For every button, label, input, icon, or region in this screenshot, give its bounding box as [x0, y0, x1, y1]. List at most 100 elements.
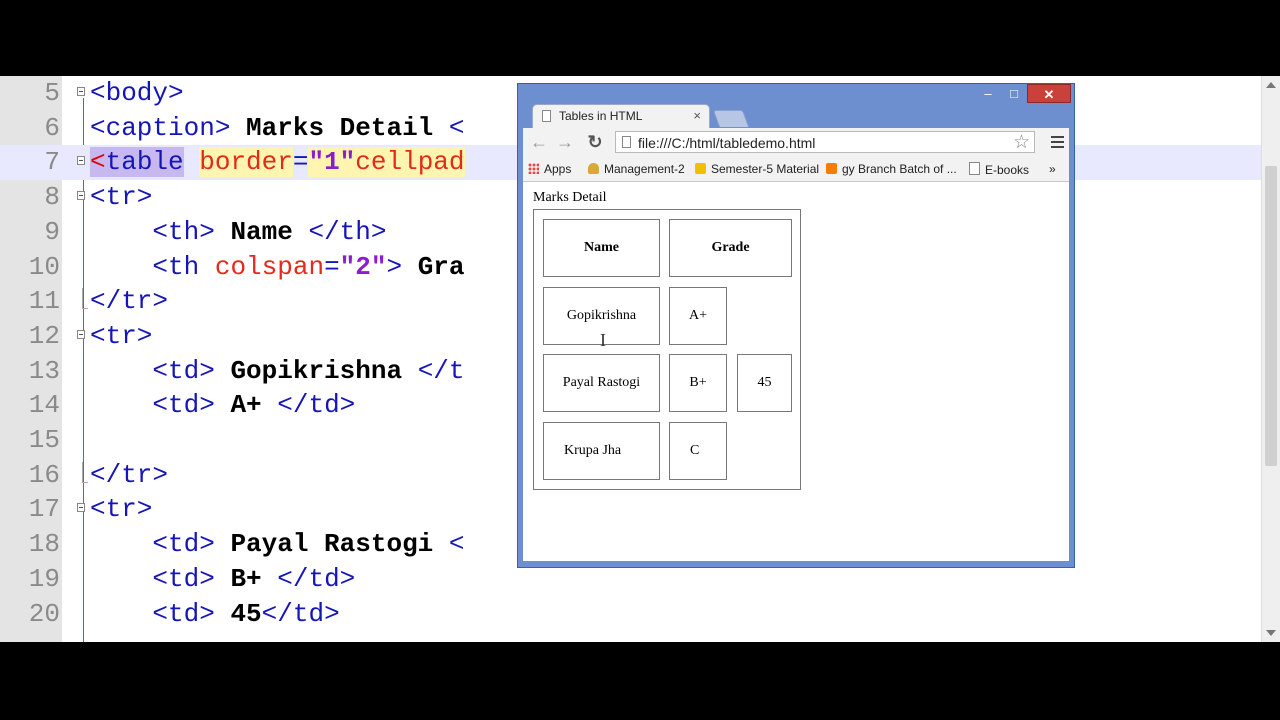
- new-tab-button[interactable]: [712, 110, 750, 127]
- code-token: table: [105, 147, 184, 178]
- site-favicon-icon: [695, 163, 706, 174]
- header-name: Name: [543, 219, 660, 277]
- code-token: </tr>: [90, 459, 169, 490]
- bookmark-label: gy Branch Batch of ...: [842, 162, 957, 176]
- fold-toggle-icon[interactable]: [77, 503, 85, 513]
- text-cursor-icon: I: [600, 330, 606, 350]
- code-token: <tr>: [90, 320, 153, 351]
- code-token: <: [448, 112, 465, 143]
- code-token: =: [292, 147, 309, 178]
- fold-toggle-icon[interactable]: [77, 329, 85, 339]
- bookmark-branch-batch[interactable]: gy Branch Batch of ...: [826, 162, 957, 176]
- fold-toggle-icon[interactable]: [77, 191, 85, 201]
- menu-icon[interactable]: [1049, 133, 1065, 151]
- line-number: 13: [28, 355, 60, 386]
- code-text: <body>: [90, 76, 184, 111]
- code-token: cellpad: [355, 147, 465, 178]
- bookmark-management-2[interactable]: Management-2: [588, 162, 685, 176]
- close-window-button[interactable]: ✕: [1027, 84, 1071, 103]
- minimize-button[interactable]: –: [975, 84, 1001, 103]
- tab-close-icon[interactable]: ×: [693, 108, 701, 123]
- bookmark-e-books[interactable]: E-books: [969, 162, 1029, 177]
- code-token: <td>: [152, 563, 215, 594]
- code-token: </tr>: [90, 286, 169, 317]
- forward-icon[interactable]: →: [555, 132, 575, 152]
- code-token: <: [448, 529, 465, 560]
- bookmark-semester-5[interactable]: Semester-5 Material: [695, 162, 819, 176]
- marks-table: Name Grade Gopikrishna A+ Payal Rastogi …: [533, 209, 801, 490]
- back-icon[interactable]: ←: [529, 132, 549, 152]
- code-text: <tr>: [90, 180, 152, 215]
- tab-title: Tables in HTML: [559, 109, 643, 123]
- scroll-down-icon[interactable]: [1266, 630, 1276, 636]
- code-token: 45: [214, 598, 262, 629]
- more-bookmarks-icon[interactable]: »: [1049, 162, 1056, 176]
- scroll-up-icon[interactable]: [1266, 82, 1276, 88]
- bookmark-label: Apps: [544, 162, 572, 176]
- apps-grid-icon: [528, 163, 539, 174]
- bookmark-label: Semester-5 Material: [711, 162, 820, 176]
- bookmark-star-icon[interactable]: ☆: [1013, 131, 1030, 154]
- code-token: <tr>: [90, 182, 153, 213]
- bookmark-apps[interactable]: Apps: [528, 162, 571, 176]
- header-grade: Grade: [669, 219, 792, 277]
- cell-grade: C: [669, 422, 727, 480]
- bookmarks-bar: Apps Management-2 Semester-5 Material gy…: [523, 158, 1069, 182]
- vertical-scrollbar[interactable]: [1261, 76, 1280, 642]
- code-text: <tr>: [90, 319, 152, 354]
- code-token: Name: [214, 216, 309, 247]
- code-token: >: [386, 251, 403, 282]
- bookmark-label: E-books: [985, 163, 1030, 177]
- page-viewport: Marks Detail Name Grade Gopikrishna A+ P…: [523, 182, 1069, 561]
- scroll-thumb[interactable]: [1265, 166, 1277, 466]
- browser-toolbar: ← → ↻ file:///C:/html/tabledemo.html ☆: [523, 128, 1069, 158]
- code-token: "1": [308, 147, 356, 178]
- maximize-button[interactable]: □: [1001, 84, 1027, 103]
- window-controls: – □ ✕: [975, 84, 1071, 104]
- code-token: <td>: [152, 598, 215, 629]
- line-number: 14: [28, 390, 60, 421]
- code-token: <: [90, 147, 106, 178]
- line-number: 17: [28, 494, 60, 525]
- code-token: <th: [152, 251, 215, 282]
- line-number: 16: [28, 459, 60, 490]
- cell-grade: A+: [669, 287, 727, 345]
- code-text: <caption> Marks Detail <: [90, 111, 464, 146]
- url-text[interactable]: file:///C:/html/tabledemo.html: [638, 135, 815, 151]
- address-bar[interactable]: file:///C:/html/tabledemo.html ☆: [615, 131, 1035, 153]
- cell-name: Payal Rastogi: [543, 354, 660, 412]
- code-token: </td>: [277, 563, 356, 594]
- code-token: Marks Detail: [230, 112, 449, 143]
- fold-toggle-icon[interactable]: [77, 87, 85, 96]
- code-token: B+: [214, 563, 278, 594]
- page-icon: [542, 110, 551, 122]
- code-line[interactable]: 20 <td> 45</td>: [0, 597, 1262, 632]
- code-token: </td>: [277, 390, 356, 421]
- code-token: "2": [339, 251, 387, 282]
- code-text: <td> 45</td>: [90, 597, 340, 632]
- code-token: </t: [417, 355, 465, 386]
- code-token: </th>: [308, 216, 387, 247]
- code-text: </tr>: [90, 284, 168, 319]
- line-number: 6: [44, 112, 60, 143]
- reload-icon[interactable]: ↻: [585, 132, 605, 152]
- tab-tables-in-html[interactable]: Tables in HTML ×: [532, 104, 710, 128]
- table-caption: Marks Detail: [533, 190, 607, 205]
- line-number: 7: [44, 147, 60, 178]
- fold-toggle-icon[interactable]: [77, 156, 85, 166]
- code-text: </tr>: [90, 458, 168, 493]
- code-token: <tr>: [90, 494, 153, 525]
- page-icon: [969, 162, 980, 175]
- code-text: <th> Name </th>: [90, 215, 386, 250]
- code-token: <td>: [152, 355, 215, 386]
- fold-end-marker: [82, 461, 88, 483]
- code-token: <caption>: [90, 112, 231, 143]
- cell-name: Krupa Jha: [543, 422, 660, 480]
- code-text: <th colspan="2"> Gra: [90, 250, 464, 285]
- line-number: 5: [44, 78, 60, 108]
- code-token: </td>: [261, 598, 340, 629]
